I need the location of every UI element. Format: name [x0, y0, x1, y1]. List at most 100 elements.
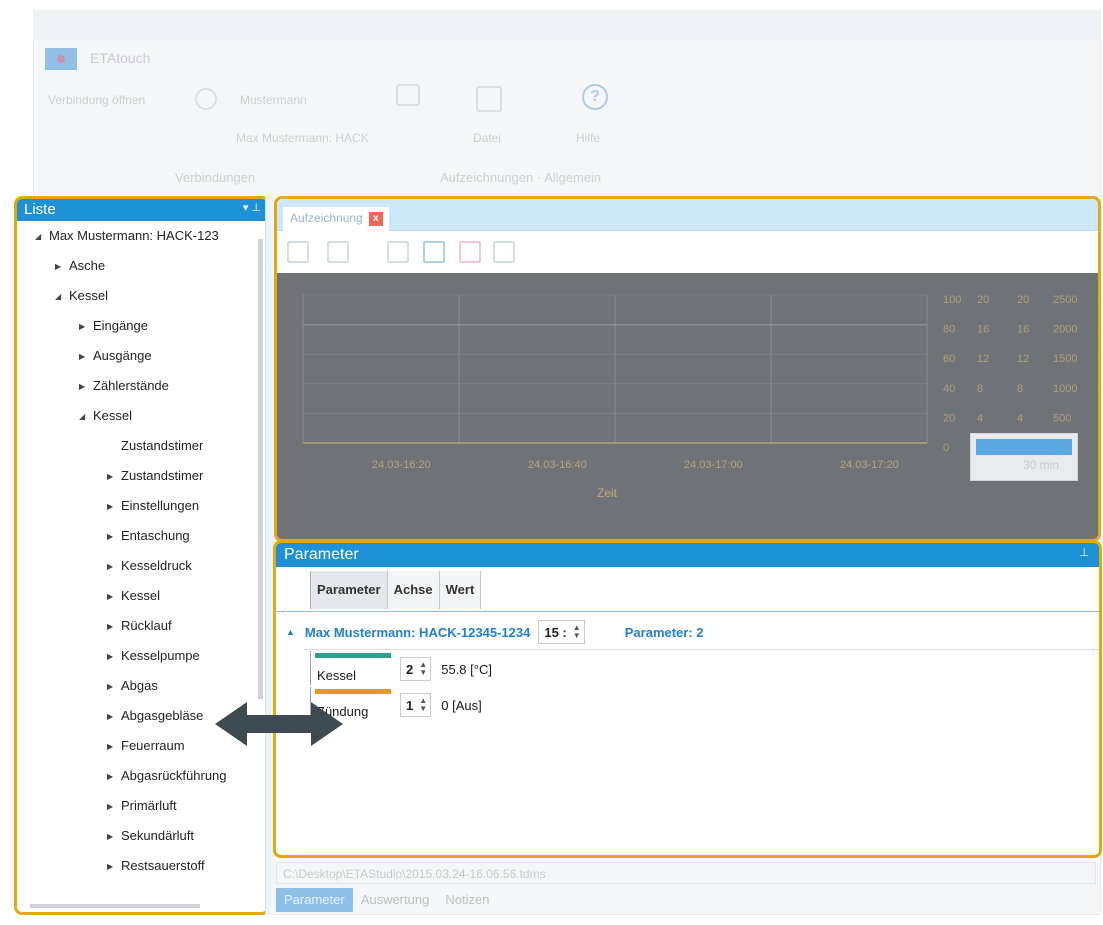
axis-tick-label: 0	[943, 442, 949, 454]
group-name: Max Mustermann: HACK-12345-1234	[304, 624, 531, 640]
column-header-parameter[interactable]: Parameter	[311, 571, 388, 609]
tree-item[interactable]: ▶ Kesselpumpe	[107, 641, 200, 671]
parameter-row[interactable]: Kessel 2 ▲ ▼ 55.8 [°C]	[310, 651, 492, 685]
collapsed-arrow-icon[interactable]: ▶	[107, 582, 121, 612]
open-connection-button[interactable]: Verbindung öffnen	[48, 93, 145, 107]
axis-stepper[interactable]: 1 ▲ ▼	[400, 693, 432, 717]
tree-item[interactable]: ▶ Sekundärluft	[107, 821, 194, 851]
collapsed-arrow-icon[interactable]: ▶	[107, 822, 121, 852]
horizontal-scrollbar[interactable]	[20, 902, 248, 910]
parameter-panel-header: Parameter ⊥	[276, 543, 1099, 567]
axis-tick-label: 500	[1053, 412, 1071, 424]
tab-evaluation[interactable]: Auswertung	[353, 888, 438, 912]
stepper-arrows-icon[interactable]: ▲ ▼	[419, 697, 427, 713]
file-button[interactable]: Datei	[473, 131, 501, 145]
collapsed-arrow-icon[interactable]: ▶	[79, 312, 93, 342]
vertical-scrollbar[interactable]	[257, 229, 265, 869]
tree-item[interactable]: Zustandstimer	[107, 431, 203, 461]
tab-notes[interactable]: Notizen	[437, 888, 497, 912]
interval-stepper[interactable]: 15 : ▲ ▼	[538, 620, 585, 644]
tree-item[interactable]: ▶ Kesseldruck	[107, 551, 192, 581]
collapsed-arrow-icon[interactable]: ▶	[107, 462, 121, 492]
collapsed-arrow-icon[interactable]: ▶	[79, 342, 93, 372]
collapsed-arrow-icon[interactable]: ▶	[79, 372, 93, 402]
tree-item[interactable]: ▶ Zählerstände	[79, 371, 169, 401]
record-icon[interactable]	[396, 84, 420, 106]
pin-icon[interactable]: ▾ ⊥	[243, 201, 261, 214]
zoom-value[interactable]: 30 min	[971, 458, 1077, 472]
tree-item[interactable]: ▶ Abgas	[107, 671, 158, 701]
tree-item[interactable]: ▶ Asche	[55, 251, 105, 281]
tree-item[interactable]: ▶ Einstellungen	[107, 491, 199, 521]
tree-item[interactable]: ▶ Entaschung	[107, 521, 190, 551]
chart-area[interactable]: 24.03-16:20 24.03-16:40 24.03-17:00 24.03-1…	[277, 273, 1098, 539]
pin-icon[interactable]: ⊥	[1079, 546, 1089, 559]
user-selector[interactable]: Mustermann	[240, 93, 307, 107]
tree-item-label: Restsauerstoff	[121, 858, 205, 873]
record-icon[interactable]	[287, 241, 309, 263]
collapsed-arrow-icon[interactable]: ▶	[107, 852, 121, 882]
collapse-caret-icon[interactable]: ▲	[286, 627, 295, 637]
tree-item[interactable]: ◢ Kessel	[79, 401, 132, 431]
app-menu-button[interactable]	[45, 48, 77, 70]
collapsed-arrow-icon[interactable]: ▶	[107, 642, 121, 672]
collapsed-arrow-icon[interactable]: ▶	[107, 552, 121, 582]
axis-tick-label: 16	[977, 324, 989, 336]
stepper-arrows-icon[interactable]: ▲ ▼	[419, 661, 427, 677]
refresh-icon[interactable]	[423, 241, 445, 263]
expanded-arrow-icon[interactable]: ◢	[79, 402, 93, 432]
tree-item[interactable]: ▶ Rücklauf	[107, 611, 172, 641]
connection-selector[interactable]: Max Mustermann: HACK	[236, 131, 369, 145]
tree-item[interactable]: ◢ Max Mustermann: HACK-123	[35, 221, 219, 251]
tab-parameter[interactable]: Parameter	[276, 888, 353, 912]
collapsed-arrow-icon[interactable]: ▶	[107, 522, 121, 552]
tree-item[interactable]: ▶ Abgasrückführung	[107, 761, 227, 791]
panel-splitter[interactable]	[265, 196, 271, 915]
collapsed-arrow-icon[interactable]: ▶	[107, 762, 121, 792]
axis-tick-label: 2500	[1053, 294, 1077, 306]
file-icon[interactable]	[476, 86, 502, 112]
ribbon-group-recording: Aufzeichnungen · Allgemein	[440, 170, 602, 185]
axis-tick-label: 12	[977, 353, 989, 365]
tree-item[interactable]: ▶ Restsauerstoff	[107, 851, 205, 881]
zoom-control[interactable]: 30 min	[970, 433, 1078, 481]
document-tab-bar: Aufzeichnung x	[277, 199, 1098, 231]
close-icon[interactable]: x	[368, 212, 383, 226]
expanded-arrow-icon[interactable]: ◢	[55, 282, 69, 312]
tree-item[interactable]: ▶ Feuerraum	[107, 731, 185, 761]
column-header-value[interactable]: Wert	[439, 571, 482, 609]
collapsed-arrow-icon[interactable]: ▶	[55, 252, 69, 282]
collapsed-arrow-icon[interactable]: ▶	[107, 702, 121, 732]
tab-recording[interactable]: Aufzeichnung x	[283, 207, 389, 231]
collapsed-arrow-icon[interactable]: ▶	[107, 732, 121, 762]
tree-item[interactable]: ▶ Primärluft	[107, 791, 177, 821]
tree-item[interactable]: ▶ Eingänge	[79, 311, 148, 341]
chart-grid	[277, 273, 1098, 539]
collapsed-arrow-icon[interactable]: ▶	[107, 492, 121, 522]
column-header-axis[interactable]: Achse	[387, 571, 440, 609]
axis-stepper[interactable]: 2 ▲ ▼	[400, 657, 432, 681]
axis-tick-label: 1500	[1053, 353, 1077, 365]
copy-icon[interactable]	[493, 241, 515, 263]
collapsed-arrow-icon[interactable]: ▶	[107, 792, 121, 822]
tree-item[interactable]: ◢ Kessel	[55, 281, 108, 311]
folder-icon[interactable]	[327, 241, 349, 263]
tree-item[interactable]: ▶ Zustandstimer	[107, 461, 203, 491]
bookmark-icon[interactable]	[459, 241, 481, 263]
tree-item[interactable]: ▶ Kessel	[107, 581, 160, 611]
export-icon[interactable]	[387, 241, 409, 263]
tree-item-label: Abgasgebläse	[121, 708, 204, 723]
help-icon[interactable]: ?	[582, 84, 608, 110]
group-separator	[304, 649, 1099, 650]
trend-chart: 24.03-16:20 24.03-16:40 24.03-17:00 24.03-1…	[277, 273, 1098, 539]
header-separator	[276, 611, 1099, 612]
stepper-arrows-icon[interactable]: ▲ ▼	[573, 624, 581, 640]
expanded-arrow-icon[interactable]: ◢	[35, 222, 49, 252]
zoom-button[interactable]	[976, 439, 1072, 455]
collapsed-arrow-icon[interactable]: ▶	[107, 672, 121, 702]
tree-item[interactable]: ▶ Ausgänge	[79, 341, 152, 371]
parameter-group-row[interactable]: ▲ Max Mustermann: HACK-12345-1234 15 : ▲…	[286, 617, 704, 647]
help-button[interactable]: Hilfe	[576, 131, 600, 145]
tree-item[interactable]: ▶ Abgasgebläse	[107, 701, 203, 731]
collapsed-arrow-icon[interactable]: ▶	[107, 612, 121, 642]
